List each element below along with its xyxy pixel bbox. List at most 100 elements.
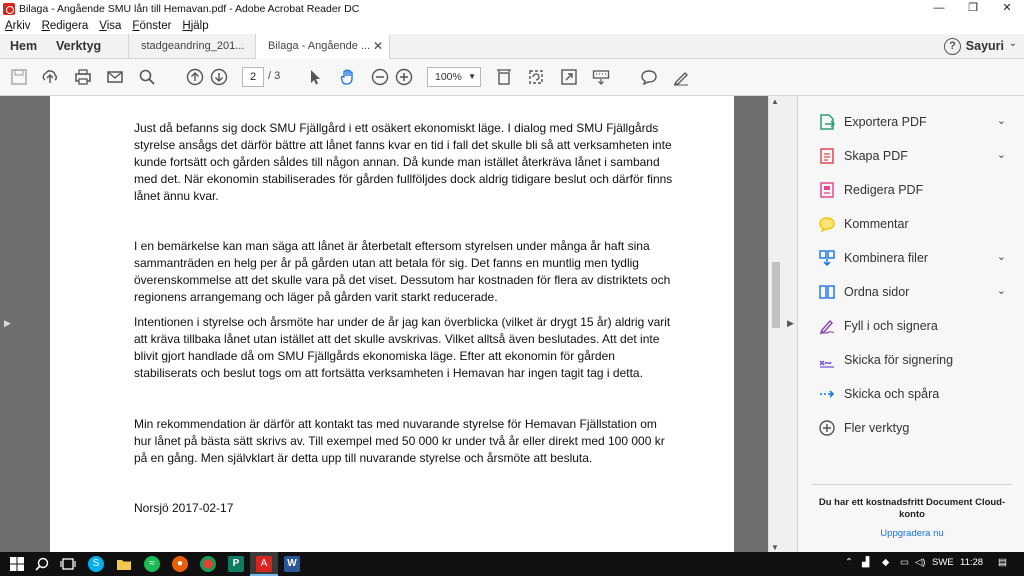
user-account-button[interactable]: Sayuri (966, 39, 1004, 53)
minimize-button[interactable]: — (922, 0, 956, 18)
cloud-account-message: Du har ett kostnadsfritt Document Cloud-… (818, 497, 1006, 520)
tab-document-bilaga[interactable]: Bilaga - Angående ... ✕ (256, 34, 390, 60)
network-icon[interactable]: ▟ (862, 557, 869, 568)
menu-fonster[interactable]: Fönster (132, 20, 171, 32)
menu-visa[interactable]: Visa (99, 20, 121, 32)
windows-start-icon[interactable] (9, 556, 25, 572)
tool-comment[interactable]: Kommentar (798, 210, 1024, 238)
tool-label: Skapa PDF (844, 149, 908, 163)
signature-date: Norsjö 2017-02-17 (134, 501, 234, 515)
language-indicator[interactable]: SWE (932, 557, 954, 568)
hand-icon[interactable] (339, 68, 357, 86)
edit-pdf-icon (820, 182, 834, 198)
spotify-icon[interactable]: ≈ (144, 556, 160, 572)
toolbar (0, 59, 1024, 149)
scroll-up-icon[interactable]: ▲ (771, 97, 779, 106)
search-icon[interactable] (138, 68, 156, 86)
task-view-icon[interactable] (60, 556, 76, 572)
show-hidden-icons[interactable]: ⌃ (845, 557, 853, 568)
tool-label: Fyll i och signera (844, 319, 938, 333)
maximize-button[interactable]: ❐ (956, 0, 990, 18)
tool-more-tools[interactable]: Fler verktyg (798, 414, 1024, 442)
tab-label: stadgeandring_201... (141, 40, 245, 52)
comment-icon[interactable] (640, 68, 658, 86)
tab-document-stadgeandring[interactable]: stadgeandring_201... (128, 34, 256, 59)
volume-icon[interactable]: ◁) (915, 557, 925, 568)
tool-export-pdf[interactable]: Exportera PDF ⌄ (798, 108, 1024, 136)
tool-label: Fler verktyg (844, 421, 910, 435)
page-down-icon[interactable] (210, 68, 228, 86)
fit-width-icon[interactable] (495, 68, 513, 86)
scrollbar-thumb[interactable] (772, 262, 780, 328)
acrobat-taskbar-icon[interactable]: A (256, 556, 272, 572)
tool-label: Skicka för signering (844, 353, 954, 367)
keyboard-icon[interactable] (592, 68, 610, 86)
chevron-down-icon[interactable]: ⌄ (1009, 38, 1017, 49)
close-window-button[interactable]: ✕ (990, 0, 1024, 18)
tool-fill-sign[interactable]: Fyll i och signera (798, 312, 1024, 340)
tool-send-for-signature[interactable]: Skicka för signering (798, 346, 1024, 374)
clock[interactable]: 11:28 (960, 557, 983, 568)
create-pdf-icon (820, 148, 834, 164)
chevron-down-icon[interactable]: ⌄ (997, 114, 1006, 127)
full-screen-icon[interactable] (560, 68, 578, 86)
skype-icon[interactable]: S (88, 556, 104, 572)
tool-combine-files[interactable]: Kombinera filer ⌄ (798, 244, 1024, 272)
tab-label: Bilaga - Angående ... (268, 40, 371, 52)
close-tab-icon[interactable]: ✕ (373, 39, 383, 53)
left-panel-toggle[interactable]: ▶ (0, 96, 14, 552)
page-number-input[interactable]: 2 (242, 67, 264, 87)
page-up-icon[interactable] (186, 68, 204, 86)
zoom-value: 100% (435, 71, 462, 83)
send-track-icon (820, 390, 835, 398)
print-icon[interactable] (74, 68, 92, 86)
upload-icon[interactable] (41, 68, 59, 86)
chrome-icon[interactable] (200, 556, 216, 572)
upgrade-link[interactable]: Uppgradera nu (812, 528, 1012, 539)
help-icon[interactable]: ? (944, 38, 961, 55)
sign-icon[interactable] (672, 68, 690, 86)
tool-send-track[interactable]: Skicka och spåra (798, 380, 1024, 408)
rotate-icon[interactable] (527, 68, 545, 86)
export-pdf-icon (820, 114, 836, 130)
paragraph-3: Intentionen i styrelse och årsmöte har u… (134, 315, 671, 380)
chevron-down-icon[interactable]: ⌄ (997, 284, 1006, 297)
email-icon[interactable] (106, 68, 124, 86)
dropdown-caret-icon: ▼ (468, 72, 476, 81)
save-icon[interactable] (10, 68, 28, 86)
tool-label: Kombinera filer (844, 251, 929, 265)
menu-arkiv[interactable]: Arkiv (5, 20, 31, 32)
menu-redigera[interactable]: Redigera (42, 20, 89, 32)
project-app-icon[interactable]: P (228, 556, 244, 572)
file-explorer-icon[interactable] (116, 556, 132, 572)
dropbox-icon[interactable]: ◆ (882, 557, 889, 568)
acrobat-app-icon (3, 3, 15, 15)
zoom-select[interactable]: 100% ▼ (427, 67, 481, 87)
combine-files-icon (819, 250, 835, 266)
firefox-icon[interactable]: ● (172, 556, 188, 572)
notifications-icon[interactable]: ▤ (998, 557, 1007, 568)
tab-tools[interactable]: Verktyg (56, 39, 101, 53)
word-icon[interactable]: W (284, 556, 300, 572)
expand-right-icon: ▶ (4, 318, 11, 328)
paragraph-4: Min rekommendation är därför att kontakt… (134, 417, 665, 465)
right-panel-toggle[interactable]: ▶ (782, 96, 798, 552)
select-arrow-icon[interactable] (306, 68, 324, 86)
page-total: / 3 (268, 70, 281, 82)
tool-edit-pdf[interactable]: Redigera PDF (798, 176, 1024, 204)
zoom-in-icon[interactable] (395, 68, 413, 86)
chevron-down-icon[interactable]: ⌄ (997, 250, 1006, 263)
comment-icon (819, 217, 835, 233)
vertical-scrollbar[interactable]: ▲ ▼ (768, 96, 782, 552)
chevron-down-icon[interactable]: ⌄ (997, 148, 1006, 161)
zoom-out-icon[interactable] (371, 68, 389, 86)
tab-home[interactable]: Hem (10, 39, 37, 53)
tool-label: Kommentar (844, 217, 909, 231)
scroll-down-icon[interactable]: ▼ (771, 543, 779, 552)
menu-hjalp[interactable]: Hjälp (182, 20, 208, 32)
battery-icon[interactable]: ▭ (900, 557, 909, 568)
divider (812, 484, 1012, 485)
tool-organize-pages[interactable]: Ordna sidor ⌄ (798, 278, 1024, 306)
search-icon[interactable] (34, 556, 50, 572)
tool-create-pdf[interactable]: Skapa PDF ⌄ (798, 142, 1024, 170)
